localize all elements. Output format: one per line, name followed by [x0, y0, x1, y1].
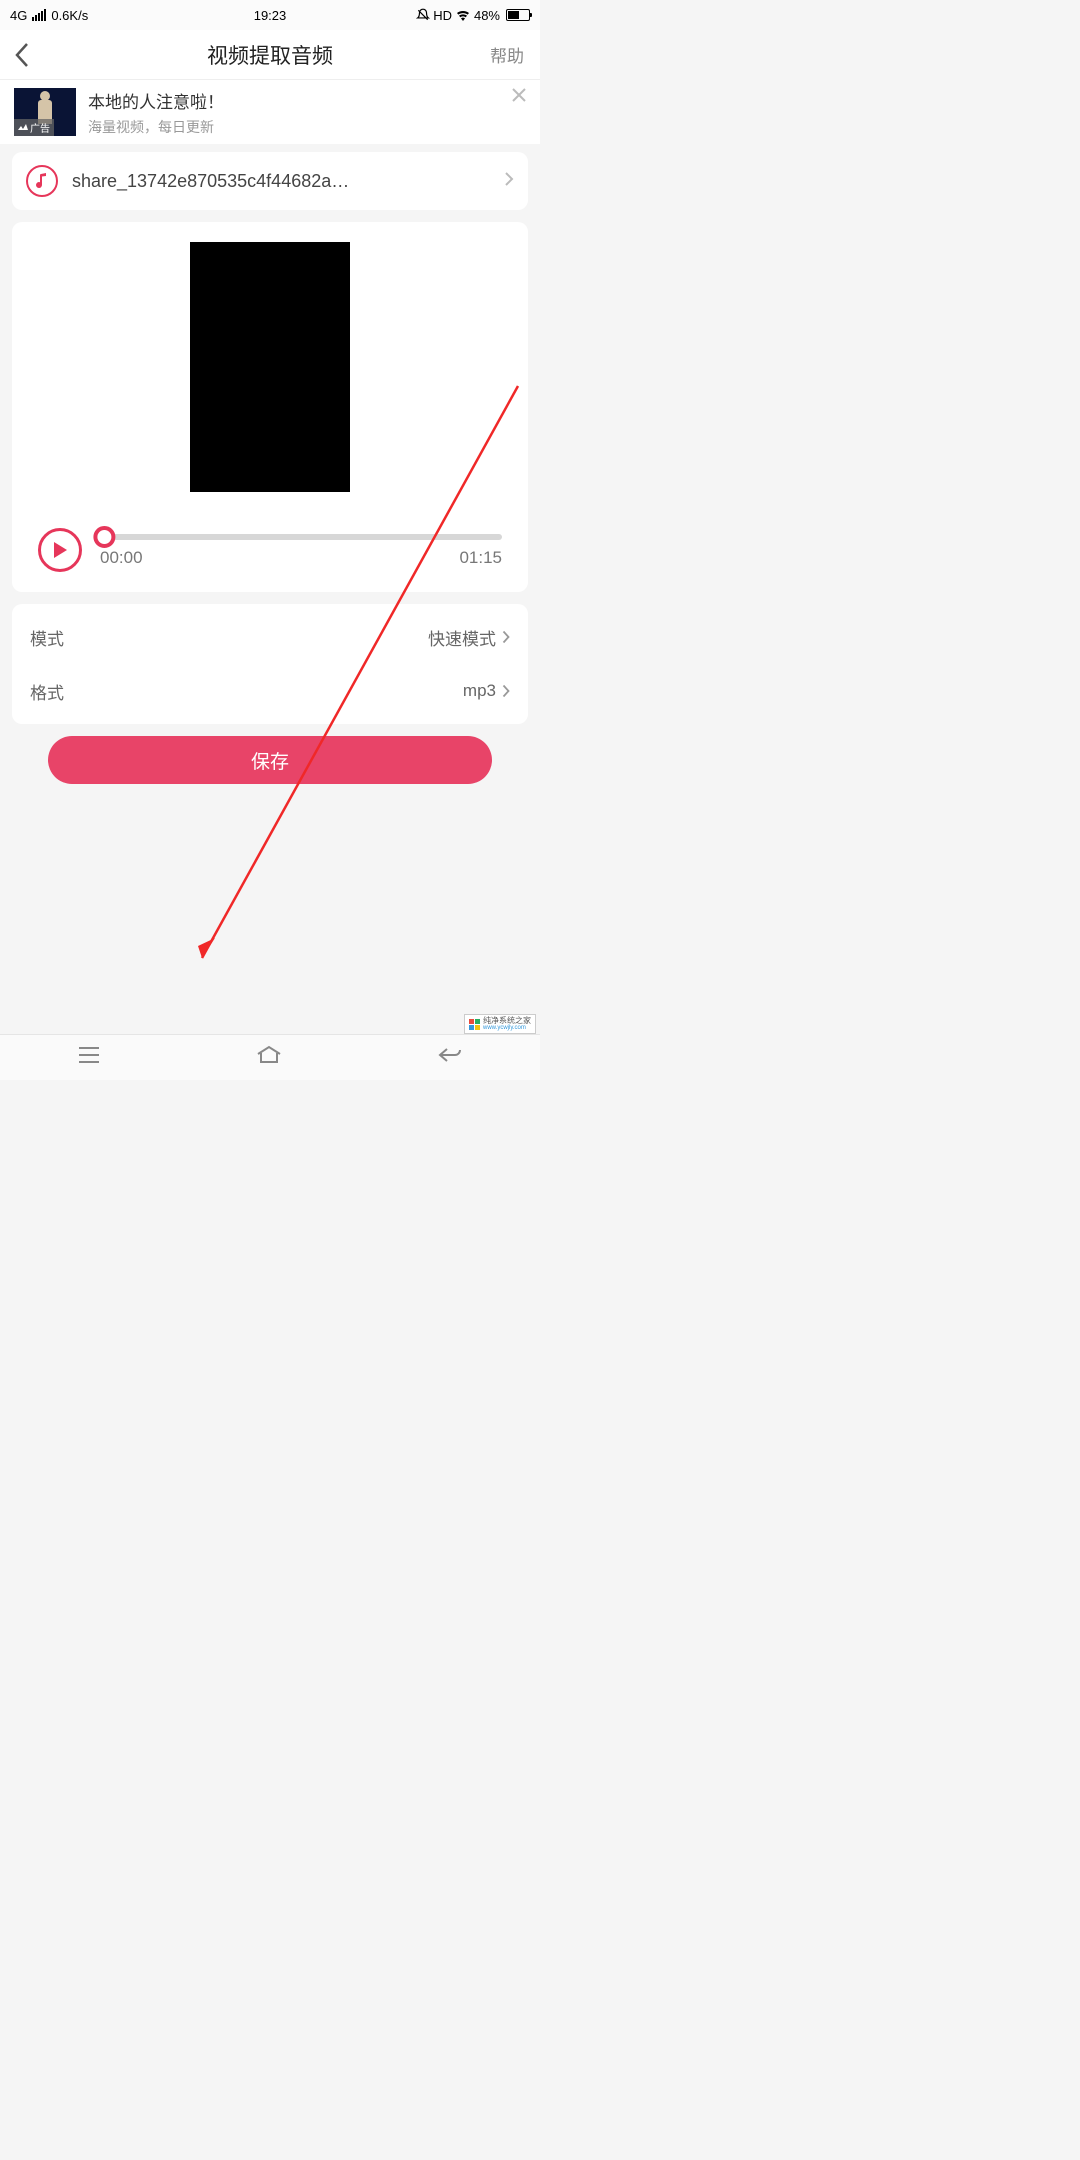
mode-label: 模式: [30, 625, 64, 650]
current-time: 00:00: [100, 548, 143, 568]
watermark: 纯净系统之家 www.ycwjly.com: [464, 1014, 536, 1034]
file-name: share_13742e870535c4f44682a…: [72, 171, 496, 192]
network-speed: 0.6K/s: [51, 8, 88, 23]
clock: 19:23: [254, 8, 287, 23]
ad-subtitle: 海量视频，每日更新: [88, 117, 224, 137]
nav-back-button[interactable]: [437, 1046, 463, 1069]
format-row[interactable]: 格式 mp3: [12, 664, 528, 718]
ad-close-button[interactable]: [510, 86, 528, 108]
chevron-right-icon: [502, 630, 510, 644]
progress-thumb[interactable]: [93, 526, 115, 548]
app-header: 视频提取音频 帮助: [0, 30, 540, 80]
music-icon: [26, 165, 58, 197]
save-button[interactable]: 保存: [48, 736, 492, 784]
video-preview[interactable]: [190, 242, 350, 492]
system-nav-bar: [0, 1034, 540, 1080]
chevron-right-icon: [502, 684, 510, 698]
help-button[interactable]: 帮助: [490, 42, 524, 67]
format-value: mp3: [463, 681, 496, 701]
file-row[interactable]: share_13742e870535c4f44682a…: [12, 152, 528, 210]
total-time: 01:15: [459, 548, 502, 568]
ad-thumbnail: 广告: [14, 88, 76, 136]
ad-banner[interactable]: 广告 本地的人注意啦！ 海量视频，每日更新: [0, 80, 540, 144]
mode-value: 快速模式: [428, 625, 496, 650]
hd-indicator: HD: [433, 8, 452, 23]
back-button[interactable]: [14, 42, 30, 68]
battery-icon: [503, 9, 530, 21]
mute-icon: [416, 8, 430, 22]
wifi-icon: [455, 9, 471, 21]
progress-slider[interactable]: [100, 534, 502, 540]
nav-home-button[interactable]: [256, 1045, 282, 1070]
page-title: 视频提取音频: [207, 40, 333, 70]
player-card: 00:00 01:15: [12, 222, 528, 592]
network-type: 4G: [10, 8, 27, 23]
ad-tag: 广告: [14, 119, 54, 136]
play-button[interactable]: [38, 528, 82, 572]
chevron-right-icon: [504, 171, 514, 192]
settings-card: 模式 快速模式 格式 mp3: [12, 604, 528, 724]
status-bar: 4G 0.6K/s 19:23 HD 48%: [0, 0, 540, 30]
signal-icon: [32, 9, 46, 21]
format-label: 格式: [30, 679, 64, 704]
battery-percent: 48%: [474, 8, 500, 23]
nav-menu-button[interactable]: [77, 1046, 101, 1069]
ad-title: 本地的人注意啦！: [88, 88, 224, 113]
mode-row[interactable]: 模式 快速模式: [12, 610, 528, 664]
